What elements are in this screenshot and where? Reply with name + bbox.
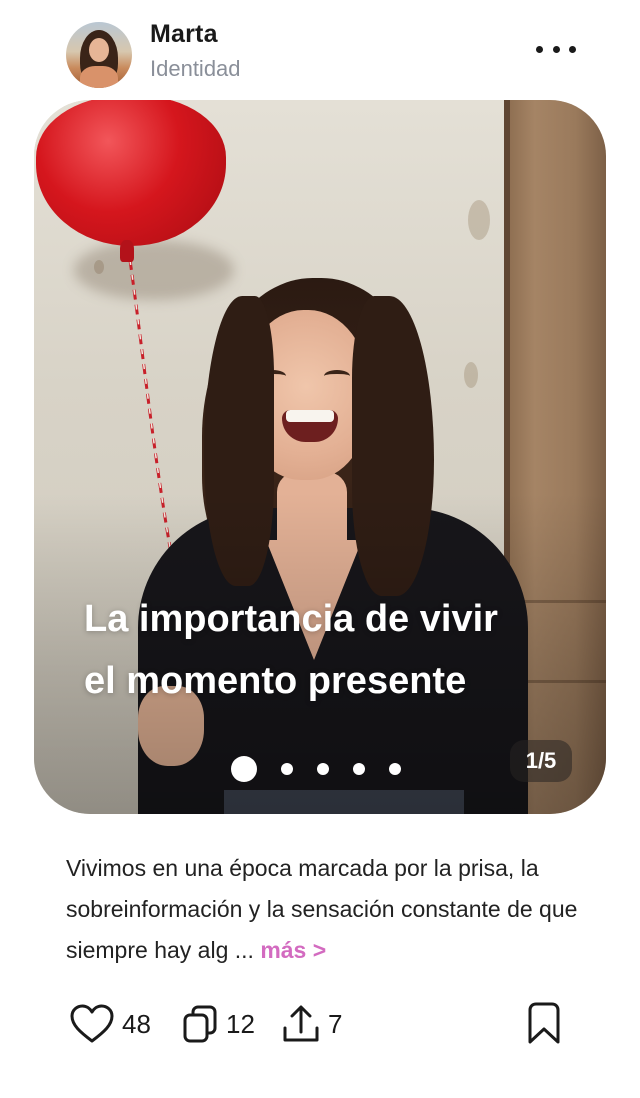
carousel-dot-5[interactable] (389, 763, 401, 775)
post-title: La importancia de vivir el momento prese… (84, 598, 498, 702)
heart-icon (70, 1004, 114, 1043)
repost-icon (183, 1005, 217, 1043)
read-more-link[interactable]: más > (260, 937, 326, 963)
carousel-pagination (231, 756, 401, 782)
author-name[interactable]: Marta (150, 20, 218, 49)
post-description: Vivimos en una época marcada por la pris… (66, 848, 586, 971)
carousel-dot-1[interactable] (231, 756, 257, 782)
author-subtitle: Identidad (150, 56, 241, 81)
post-screen: Marta Identidad La importancia de vivir … (0, 0, 640, 1098)
post-actions: 48 12 7 (70, 1000, 570, 1048)
bookmark-button[interactable] (526, 1002, 562, 1051)
post-header: Marta Identidad (66, 18, 576, 88)
repost-count: 12 (226, 1008, 255, 1039)
share-icon (283, 1005, 319, 1042)
bookmark-icon (528, 1002, 560, 1044)
more-options-button[interactable] (536, 36, 576, 62)
more-horizontal-icon (536, 45, 543, 53)
share-count: 7 (328, 1008, 343, 1039)
share-button[interactable]: 7 (282, 1000, 342, 1048)
carousel-dot-3[interactable] (317, 763, 329, 775)
post-carousel[interactable]: La importancia de vivir el momento prese… (34, 100, 606, 814)
carousel-dot-4[interactable] (353, 763, 365, 775)
like-count: 48 (122, 1008, 151, 1039)
like-button[interactable]: 48 (70, 1000, 151, 1048)
slide-counter: 1/5 (510, 740, 572, 782)
repost-button[interactable]: 12 (182, 1000, 255, 1048)
avatar[interactable] (66, 22, 132, 88)
carousel-dot-2[interactable] (281, 763, 293, 775)
